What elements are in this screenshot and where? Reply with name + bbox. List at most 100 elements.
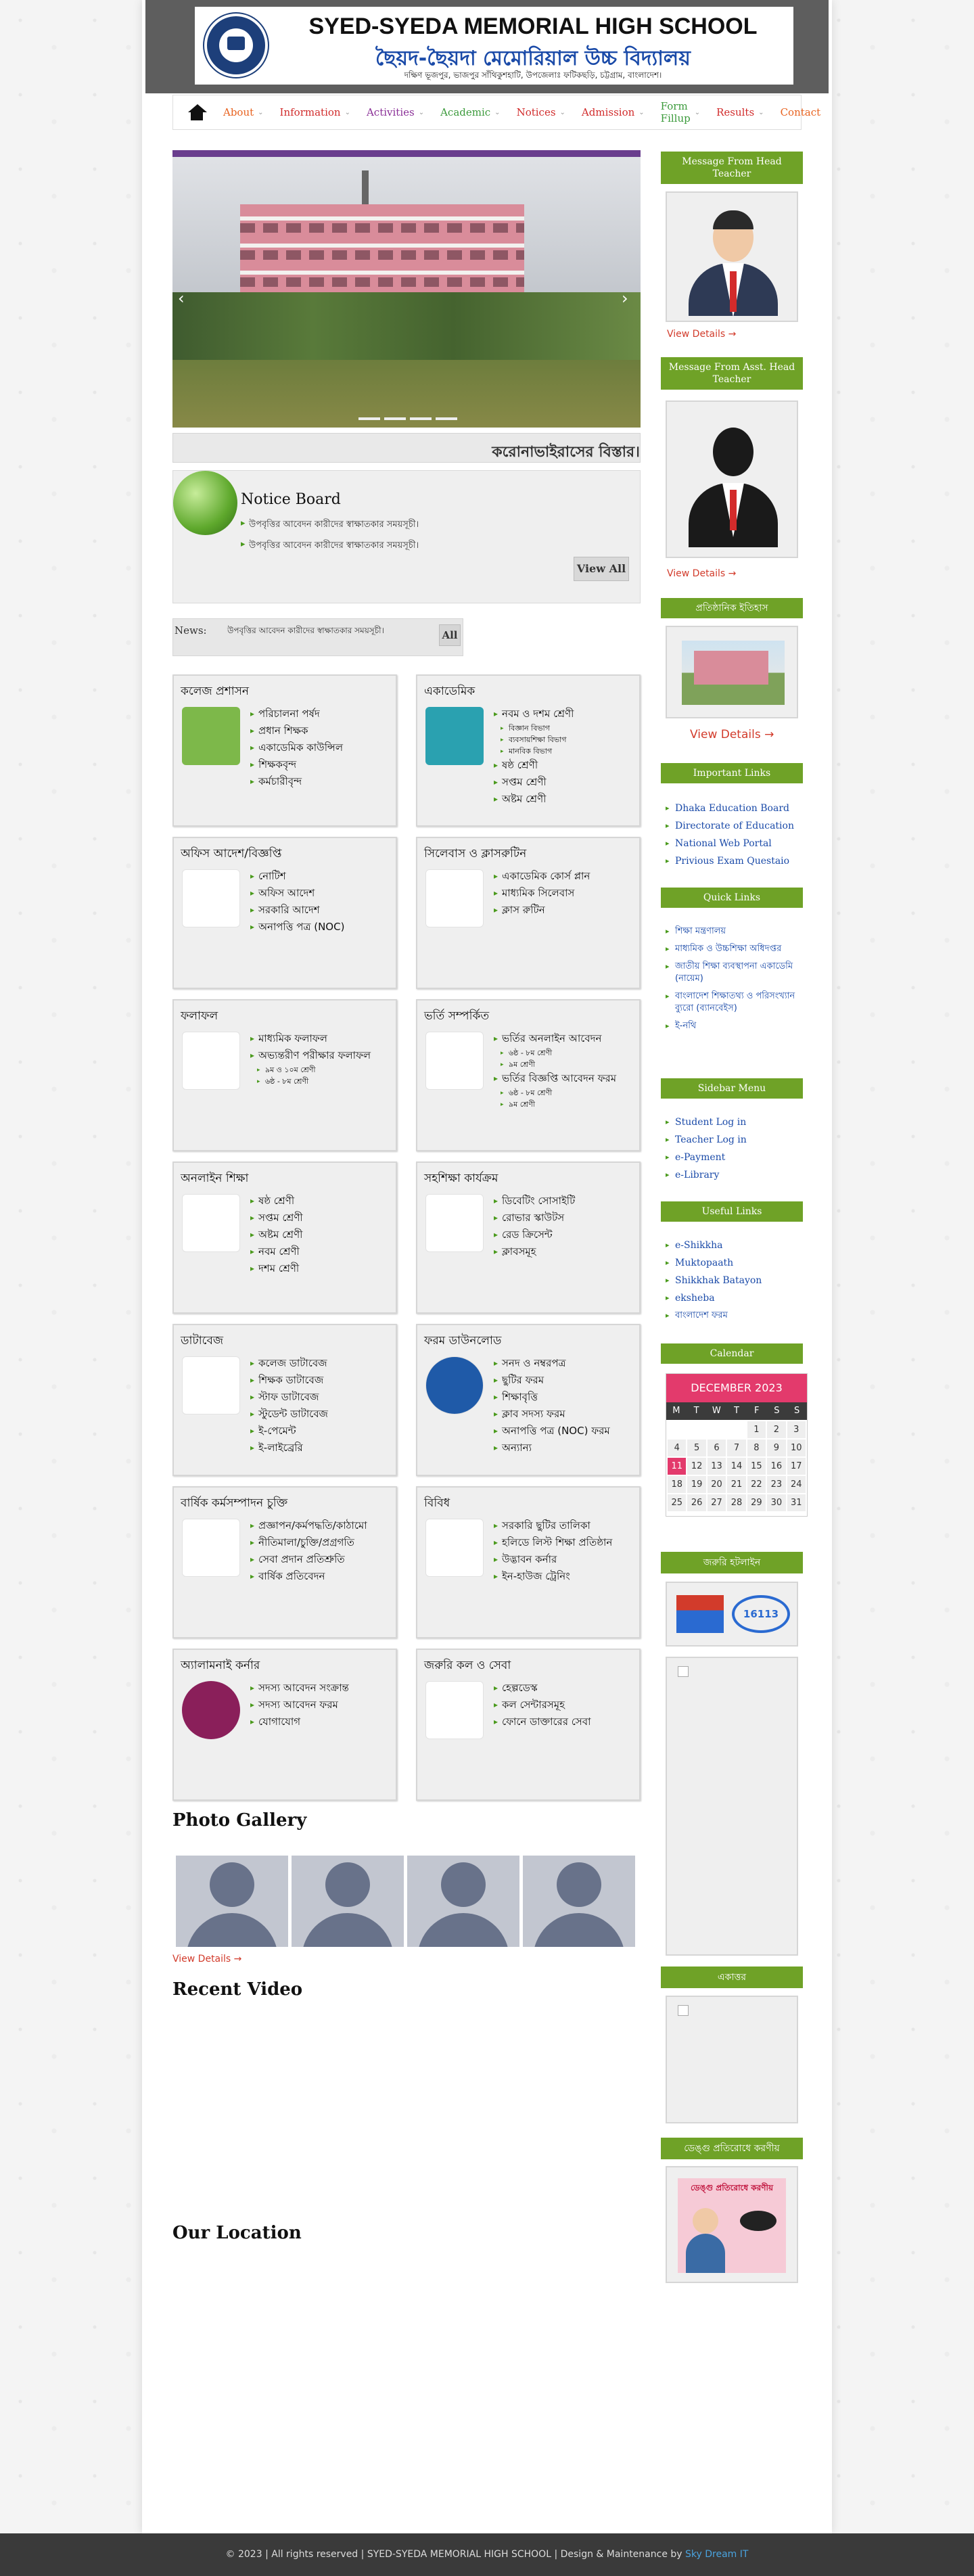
sidebar-menu-item[interactable]: Student Log in xyxy=(666,1116,801,1128)
history-view-details-link[interactable]: View Details → xyxy=(690,728,774,741)
service-box-link[interactable]: মাধ্যমিক সিলেবাস xyxy=(494,886,590,900)
service-box-link[interactable]: অষ্টম শ্রেণী xyxy=(494,792,574,806)
view-all-button[interactable]: View All xyxy=(574,557,629,581)
school-logo[interactable] xyxy=(204,14,268,77)
useful-link-item[interactable]: Muktopaath xyxy=(666,1257,801,1269)
calendar-day[interactable]: 27 xyxy=(707,1494,726,1511)
useful-link-item[interactable]: e-Shikkha xyxy=(666,1239,801,1251)
service-box-link[interactable]: একাডেমিক কাউন্সিল xyxy=(250,741,343,755)
service-box-link[interactable]: দশম শ্রেণী xyxy=(250,1262,303,1276)
calendar-day[interactable]: 11 xyxy=(668,1458,687,1475)
service-box-link[interactable]: প্রধান শিক্ষক xyxy=(250,724,343,738)
useful-link-item[interactable]: eksheba xyxy=(666,1292,801,1304)
nav-item-form-fillup[interactable]: Form Fillup ⌄ xyxy=(653,100,708,124)
service-box-link[interactable]: ডিবেটিং সোসাইটি xyxy=(494,1194,575,1208)
gallery-view-details-link[interactable]: View Details → xyxy=(172,1954,241,1964)
service-box-link[interactable]: যোগাযোগ xyxy=(250,1715,349,1729)
hotline-banner[interactable]: 16113 xyxy=(666,1582,798,1647)
dengue-banner[interactable]: ডেঙ্গু প্রতিরোধে করণীয় xyxy=(666,2166,798,2283)
service-box-link[interactable]: মানবিক বিভাগ xyxy=(494,747,574,756)
quick-link-item[interactable]: ই-নথি xyxy=(666,1020,801,1032)
service-box-link[interactable]: নীতিমালা/চুক্তি/প্রগ্রগতি xyxy=(250,1536,367,1550)
ekattor-image[interactable] xyxy=(666,1996,798,2123)
service-box-link[interactable]: ভর্তির অনলাইন আবেদন xyxy=(494,1032,616,1046)
service-box-link[interactable]: ক্লাস রুটিন xyxy=(494,903,590,917)
service-box-link[interactable]: স্টুডেন্ট ডাটাবেজ xyxy=(250,1407,328,1421)
notice-item[interactable]: উপবৃত্তির আবেদন কারীদের স্বাক্ষাতকার সময… xyxy=(241,518,419,532)
asst-head-view-details-link[interactable]: View Details → xyxy=(667,568,736,579)
service-box-link[interactable]: ই-পেমেন্ট xyxy=(250,1424,328,1438)
service-box-link[interactable]: ভর্তির বিজ্ঞপ্তি আবেদন ফরম xyxy=(494,1072,616,1086)
service-box-link[interactable]: সরকারি আদেশ xyxy=(250,903,344,917)
calendar-day[interactable]: 22 xyxy=(747,1476,766,1493)
service-box-link[interactable]: সরকারি ছুটির তালিকা xyxy=(494,1519,612,1533)
calendar-day[interactable]: 14 xyxy=(727,1458,746,1475)
service-box-link[interactable]: রোভার স্কাউটস xyxy=(494,1211,575,1225)
service-box-link[interactable]: শিক্ষাবৃত্তি xyxy=(494,1390,610,1404)
service-box-link[interactable]: ফোনে ডাক্তারের সেবা xyxy=(494,1715,590,1729)
service-box-link[interactable]: সদস্য আবেদন ফরম xyxy=(250,1698,349,1712)
important-link-item[interactable]: Dhaka Education Board xyxy=(666,802,801,814)
calendar-day[interactable]: 6 xyxy=(707,1440,726,1456)
service-box-link[interactable]: নবম ও দশম শ্রেণী xyxy=(494,707,574,721)
nav-item-notices[interactable]: Notices ⌄ xyxy=(509,106,574,118)
service-box-link[interactable]: ইন-হাউজ ট্রেনিং xyxy=(494,1569,612,1584)
service-box-link[interactable]: সপ্তম শ্রেণী xyxy=(250,1211,303,1225)
important-link-item[interactable]: Privious Exam Questaio xyxy=(666,855,801,867)
image-slider[interactable]: ‹ › xyxy=(172,150,641,428)
footer-brand-link[interactable]: Sky Dream IT xyxy=(685,2549,748,2560)
service-box-link[interactable]: ৯ম শ্রেণী xyxy=(494,1060,616,1070)
asst-head-photo[interactable] xyxy=(666,400,798,558)
quick-link-item[interactable]: শিক্ষা মন্ত্রণালয় xyxy=(666,925,801,938)
service-box-link[interactable]: অষ্টম শ্রেণী xyxy=(250,1228,303,1242)
calendar-day[interactable]: 1 xyxy=(747,1421,766,1438)
service-box-link[interactable]: ৬ষ্ঠ - ৮ম শ্রেণী xyxy=(494,1088,616,1098)
service-box-link[interactable]: মাধ্যমিক ফলাফল xyxy=(250,1032,371,1046)
service-box-link[interactable]: ৯ম ও ১০ম শ্রেণী xyxy=(250,1065,371,1075)
service-box-link[interactable]: রেড ক্রিসেন্ট xyxy=(494,1228,575,1242)
service-box-link[interactable]: ছুটির ফরম xyxy=(494,1373,610,1387)
video-area[interactable] xyxy=(172,2013,641,2215)
service-box-link[interactable]: সপ্তম শ্রেণী xyxy=(494,775,574,789)
quick-link-item[interactable]: বাংলাদেশ শিক্ষাতথ্য ও পরিসংখ্যান ব্যুরো … xyxy=(666,990,801,1015)
head-teacher-view-details-link[interactable]: View Details → xyxy=(667,329,736,340)
head-teacher-photo[interactable] xyxy=(666,191,798,322)
calendar-day[interactable]: 29 xyxy=(747,1494,766,1511)
calendar-day[interactable]: 15 xyxy=(747,1458,766,1475)
service-box-link[interactable]: অফিস আদেশ xyxy=(250,886,344,900)
service-box-link[interactable]: হলিডে লিস্ট শিক্ষা প্রতিষ্ঠান xyxy=(494,1536,612,1550)
service-box-link[interactable]: সনদ ও নম্বরপত্র xyxy=(494,1356,610,1371)
quick-link-item[interactable]: জাতীয় শিক্ষা ব্যবস্থাপনা একাডেমি (নায়ে… xyxy=(666,961,801,985)
service-box-link[interactable]: শিক্ষকবৃন্দ xyxy=(250,758,343,772)
calendar-day[interactable]: 26 xyxy=(687,1494,706,1511)
sidebar-menu-item[interactable]: e-Payment xyxy=(666,1151,801,1164)
important-link-item[interactable]: National Web Portal xyxy=(666,837,801,850)
calendar-day[interactable]: 10 xyxy=(787,1440,806,1456)
calendar-day[interactable]: 17 xyxy=(787,1458,806,1475)
service-box-link[interactable]: ক্লাবসমূহ xyxy=(494,1245,575,1259)
service-box-link[interactable]: ৬ষ্ঠ - ৮ম শ্রেণী xyxy=(250,1077,371,1086)
nav-item-activities[interactable]: Activities ⌄ xyxy=(358,106,432,118)
calendar-day[interactable]: 31 xyxy=(787,1494,806,1511)
calendar-day[interactable]: 2 xyxy=(767,1421,786,1438)
sidebar-menu-item[interactable]: Teacher Log in xyxy=(666,1134,801,1146)
service-box-link[interactable]: পরিচালনা পর্ষদ xyxy=(250,707,343,721)
useful-link-item[interactable]: বাংলাদেশ ফরম xyxy=(666,1310,801,1322)
home-button[interactable] xyxy=(179,103,215,122)
service-box-link[interactable]: ষষ্ঠ শ্রেণী xyxy=(250,1194,303,1208)
calendar-day[interactable]: 21 xyxy=(727,1476,746,1493)
calendar-day[interactable]: 24 xyxy=(787,1476,806,1493)
calendar-day[interactable]: 9 xyxy=(767,1440,786,1456)
service-box-link[interactable]: ষষ্ঠ শ্রেণী xyxy=(494,758,574,773)
service-box-link[interactable]: প্রজ্ঞাপন/কর্মপদ্ধতি/কাঠামো xyxy=(250,1519,367,1533)
important-link-item[interactable]: Directorate of Education xyxy=(666,820,801,832)
map-area[interactable] xyxy=(172,2256,641,2513)
notice-item[interactable]: উপবৃত্তির আবেদন কারীদের স্বাক্ষাতকার সময… xyxy=(241,539,419,553)
calendar-day[interactable]: 23 xyxy=(767,1476,786,1493)
calendar-day[interactable]: 5 xyxy=(687,1440,706,1456)
calendar-day[interactable]: 16 xyxy=(767,1458,786,1475)
service-box-link[interactable]: ক্লাব সদস্য ফরম xyxy=(494,1407,610,1421)
service-box-link[interactable]: উদ্ভাবন কর্নার xyxy=(494,1552,612,1567)
service-box-link[interactable]: একাডেমিক কোর্স প্লান xyxy=(494,869,590,883)
nav-item-about[interactable]: About ⌄ xyxy=(215,106,272,118)
